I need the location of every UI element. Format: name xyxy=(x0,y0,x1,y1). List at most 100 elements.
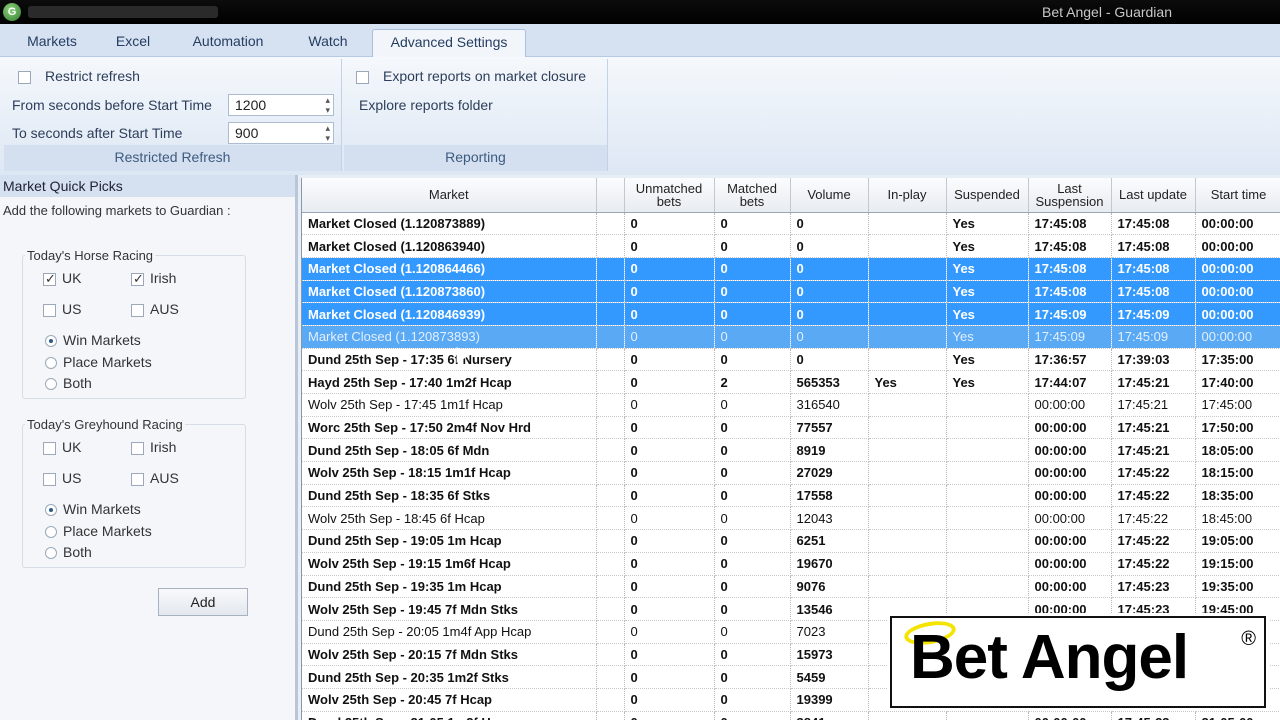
window-title: Bet Angel - Guardian xyxy=(1042,4,1172,20)
table-row[interactable]: Market Closed (1.120846939) 0 0 0 Yes 17:45:0… xyxy=(302,302,1280,326)
table-row[interactable]: Worc 25th Sep - 17:50 2m4f Nov Hrd 0 0 7755… xyxy=(302,416,1280,440)
spinner-arrows-icon[interactable]: ▴ ▾ xyxy=(325,123,330,143)
table-row[interactable]: Dund 25th Sep - 18:05 6f Mdn 0 0 8919 00:00:… xyxy=(302,438,1280,463)
tab-automation[interactable]: Automation xyxy=(178,29,278,57)
cell-volume: 27029 xyxy=(790,461,869,485)
cell-inplay xyxy=(868,461,947,485)
cell-spacer xyxy=(596,597,625,621)
greyhound-us-checkbox[interactable] xyxy=(43,472,56,486)
to-seconds-input[interactable]: 900 ▴ ▾ xyxy=(228,122,334,144)
cell-suspended xyxy=(946,552,1029,576)
table-row[interactable]: Market Closed (1.120873889) 0 0 0 Yes 17:45:0… xyxy=(302,212,1280,236)
cell-inplay xyxy=(868,234,947,258)
cell-market: Hayd 25th Sep - 17:40 1m2f Hcap xyxy=(302,370,597,394)
table-row[interactable]: Dund 25th Sep - 19:05 1m Hcap 0 0 6251 00:00… xyxy=(302,529,1280,553)
table-row[interactable]: Dund 25th Sep - 19:35 1m Hcap 0 0 9076 00:00… xyxy=(302,575,1280,599)
export-reports-row[interactable]: Export reports on market closure xyxy=(356,68,586,84)
column-header[interactable]: Last Suspension xyxy=(1028,178,1112,213)
cell-last-update: 17:45:22 xyxy=(1111,461,1196,485)
ribbon-body: Restrict refresh From seconds before Sta… xyxy=(0,57,1280,175)
cell-matched: 0 xyxy=(714,506,791,531)
greyhound-uk-checkbox[interactable] xyxy=(43,441,56,455)
cell-start: 00:00:00 xyxy=(1195,280,1280,304)
cell-unmatched: 0 xyxy=(624,484,715,508)
horse-both-option[interactable]: Both xyxy=(45,375,92,391)
restrict-refresh-checkbox[interactable] xyxy=(18,70,31,84)
horse-irish-checkbox[interactable] xyxy=(131,271,144,287)
column-header[interactable]: In-play xyxy=(868,178,947,213)
tab-excel[interactable]: Excel xyxy=(100,29,166,57)
column-header[interactable]: Market xyxy=(302,178,597,213)
horse-irish-option[interactable]: Irish xyxy=(131,270,176,287)
tab-markets[interactable]: Markets xyxy=(10,29,94,57)
table-row[interactable]: Market Closed (1.120863940) 0 0 0 Yes 17:45:0… xyxy=(302,234,1280,258)
tab-watch[interactable]: Watch xyxy=(292,29,364,57)
column-header[interactable]: Unmatched bets xyxy=(624,178,715,213)
table-row[interactable]: Wolv 25th Sep - 18:15 1m1f Hcap 0 0 27029 00… xyxy=(302,461,1280,485)
spinner-arrows-icon[interactable]: ▴ ▾ xyxy=(325,95,330,115)
greyhound-place-radio[interactable] xyxy=(45,526,57,539)
horse-us-checkbox[interactable] xyxy=(43,303,56,317)
table-row[interactable]: Market Closed (1.120873893) 0 0 0 Yes 17:45:0… xyxy=(302,325,1280,349)
from-seconds-input[interactable]: 1200 ▴ ▾ xyxy=(228,94,334,116)
horse-uk-option[interactable]: UK xyxy=(43,270,81,287)
cell-spacer xyxy=(596,643,625,667)
column-header[interactable]: Last update xyxy=(1111,178,1196,213)
tab-advanced-settings[interactable]: Advanced Settings xyxy=(372,29,526,57)
greyhound-us-label: US xyxy=(62,470,82,486)
horse-us-option[interactable]: US xyxy=(43,301,81,317)
greyhound-place-markets-option[interactable]: Place Markets xyxy=(45,523,152,539)
cell-volume: 0 xyxy=(790,257,869,281)
horse-place-radio[interactable] xyxy=(45,357,57,370)
horse-both-radio[interactable] xyxy=(45,378,57,391)
horse-win-markets-option[interactable]: Win Markets xyxy=(45,332,141,348)
cell-spacer xyxy=(596,506,625,531)
greyhound-irish-option[interactable]: Irish xyxy=(131,439,176,455)
cell-unmatched: 0 xyxy=(624,257,715,281)
cell-start: 19:05:00 xyxy=(1195,529,1280,553)
greyhound-both-option[interactable]: Both xyxy=(45,544,92,560)
table-row[interactable]: Wolv 25th Sep - 17:45 1m1f Hcap 0 0 316540 0… xyxy=(302,393,1280,417)
greyhound-win-markets-option[interactable]: Win Markets xyxy=(45,501,141,517)
column-header[interactable] xyxy=(596,178,625,213)
horse-aus-checkbox[interactable] xyxy=(131,303,144,317)
cell-spacer xyxy=(596,370,625,394)
horse-aus-option[interactable]: AUS xyxy=(131,301,179,317)
greyhound-irish-checkbox[interactable] xyxy=(131,441,144,455)
column-header[interactable]: Matched bets xyxy=(714,178,791,213)
horse-win-radio[interactable] xyxy=(45,335,57,348)
horse-uk-checkbox[interactable] xyxy=(43,271,56,287)
column-header[interactable]: Suspended xyxy=(946,178,1029,213)
cell-suspended: Yes xyxy=(946,257,1029,281)
table-row[interactable]: Dund 25th Sep - 17:35 6f Nursery 0 0 0 Yes 17… xyxy=(302,348,1280,372)
table-row[interactable]: Dund 25th Sep - 18:35 6f Stks 0 0 17558 00:0… xyxy=(302,484,1280,508)
table-row[interactable]: Hayd 25th Sep - 17:40 1m2f Hcap 0 2 565353 Y… xyxy=(302,370,1280,394)
column-header[interactable]: Start time xyxy=(1195,178,1280,213)
table-row[interactable]: Dund 25th Sep - 21:05 1m2f Hcap00384100:… xyxy=(302,711,1280,720)
cell-volume: 316540 xyxy=(790,393,869,417)
table-row[interactable]: Market Closed (1.120873860) 0 0 0 Yes 17:45:0… xyxy=(302,280,1280,304)
cell-start: 17:40:00 xyxy=(1195,370,1280,394)
horse-us-label: US xyxy=(62,301,82,317)
explore-reports-folder-button[interactable]: Explore reports folder xyxy=(359,97,493,113)
column-header[interactable]: Volume xyxy=(790,178,869,213)
horse-place-markets-option[interactable]: Place Markets xyxy=(45,354,152,370)
horse-racing-fieldset: Today's Horse Racing UK Irish US AUS Win… xyxy=(22,248,246,399)
table-row[interactable]: Market Closed (1.120864466) 0 0 0 Yes 17:45:0… xyxy=(302,257,1280,281)
add-markets-button[interactable]: Add xyxy=(158,588,248,616)
cell-market: Wolv 25th Sep - 17:45 1m1f Hcap xyxy=(302,393,597,417)
greyhound-aus-checkbox[interactable] xyxy=(131,472,144,486)
market-quick-picks-panel: Market Quick Picks Add the following mar… xyxy=(0,175,298,720)
column-header-label: Volume xyxy=(807,187,851,203)
table-row[interactable]: Wolv 25th Sep - 19:15 1m6f Hcap 0 0 19670 00… xyxy=(302,552,1280,576)
table-row[interactable]: Wolv 25th Sep - 18:45 6f Hcap 0 0 12043 00:0… xyxy=(302,506,1280,531)
greyhound-both-radio[interactable] xyxy=(45,547,57,560)
export-reports-label: Export reports on market closure xyxy=(383,68,587,84)
greyhound-us-option[interactable]: US xyxy=(43,470,81,486)
greyhound-win-radio[interactable] xyxy=(45,504,57,517)
export-reports-checkbox[interactable] xyxy=(356,70,369,84)
cell-start: 17:35:00 xyxy=(1195,348,1280,372)
restrict-refresh-row[interactable]: Restrict refresh xyxy=(18,68,140,84)
greyhound-uk-option[interactable]: UK xyxy=(43,439,81,455)
greyhound-aus-option[interactable]: AUS xyxy=(131,470,179,486)
